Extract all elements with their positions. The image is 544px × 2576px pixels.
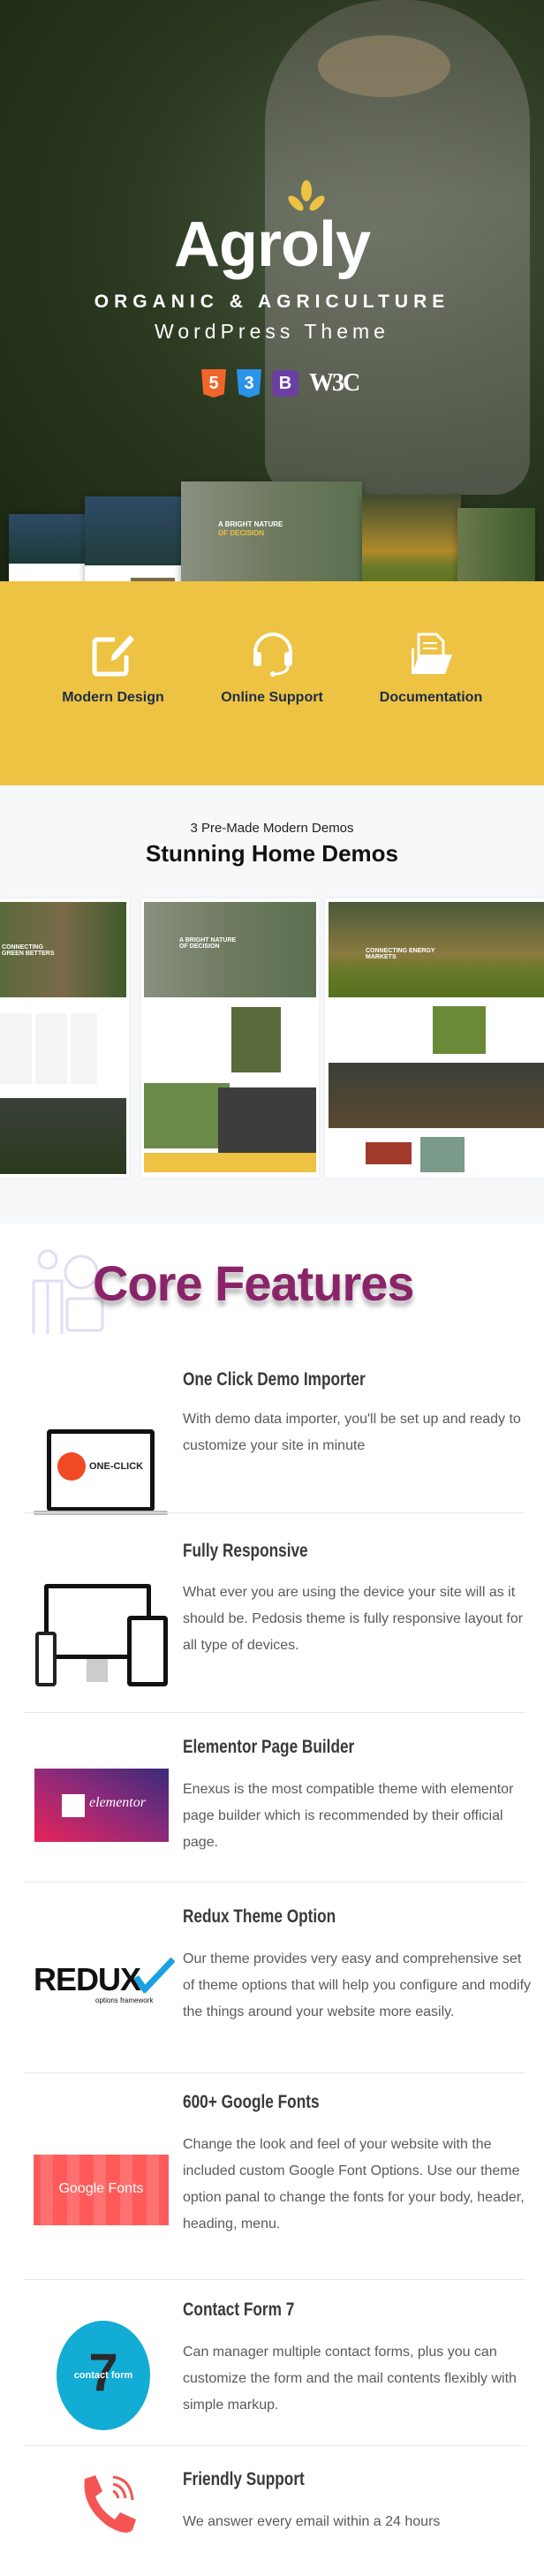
css3-icon: 3: [237, 369, 261, 398]
hero-tagline: ORGANIC & AGRICULTURE: [94, 292, 450, 312]
divider: [24, 1712, 525, 1713]
feature-title: Friendly Support: [183, 2469, 305, 2489]
mockup-landscape: [362, 495, 461, 583]
devices-icon: [35, 1584, 168, 1686]
w3c-icon: W3C: [309, 369, 360, 397]
feature-desc: With demo data importer, you'll be set u…: [183, 1412, 521, 1453]
divider: [24, 1512, 525, 1513]
demos-section: 3 Pre-Made Modern Demos Stunning Home De…: [0, 785, 544, 1224]
feature-desc: Our theme provides very easy and compreh…: [183, 1951, 532, 2019]
headset-icon: [253, 633, 292, 677]
divider: [24, 2445, 525, 2446]
mockup-about-us: [85, 496, 182, 583]
core-features-title: Core Features: [93, 1255, 415, 1311]
feature-desc: Enexus is the most compatible theme with…: [183, 1782, 514, 1850]
redux-logo: REDUX options framework: [34, 1958, 175, 2014]
brand-logo: Agroly: [173, 209, 371, 280]
feature-desc: Change the look and feel of your website…: [183, 2137, 525, 2231]
demo-card-2[interactable]: A BRIGHT NATURE OF DECISION: [141, 898, 319, 1178]
feature-desc: What ever you are using the device your …: [183, 1585, 524, 1653]
folder-document-icon: [412, 633, 452, 674]
bootstrap-icon: B: [272, 370, 298, 397]
contact-form-7-logo: 7 contact form: [57, 2321, 150, 2430]
mockup-blog-sidebar: [9, 514, 88, 583]
demos-subtitle: 3 Pre-Made Modern Demos: [190, 821, 354, 836]
demos-title: Stunning Home Demos: [145, 840, 398, 867]
hero-subtitle: WordPress Theme: [155, 320, 389, 343]
demo-card-3[interactable]: CONNECTING ENERGY MARKETS: [325, 898, 544, 1178]
mockup-farmer: [457, 508, 535, 583]
feature-title: Fully Responsive: [183, 1541, 308, 1561]
hero-photo-hat: [318, 35, 450, 97]
elementor-image: elementor: [34, 1769, 169, 1842]
demo-card-1[interactable]: CONNECTING GREEN BETTERS: [0, 898, 129, 1178]
divider: [24, 2072, 525, 2073]
feature-desc: Can manager multiple contact forms, plus…: [183, 2345, 517, 2413]
mockup-home: A BRIGHT NATURE OF DECISION: [181, 481, 362, 583]
feature-title: One Click Demo Importer: [183, 1369, 366, 1390]
feature-title: Redux Theme Option: [183, 1906, 336, 1927]
html5-icon: 5: [201, 369, 226, 398]
feature-title: 600+ Google Fonts: [183, 2092, 320, 2112]
divider: [24, 2279, 525, 2280]
tech-badges: 5 3 B W3C: [201, 369, 360, 398]
one-click-image: ONE-CLICK: [34, 1429, 168, 1515]
feature-title: Contact Form 7: [183, 2299, 295, 2320]
mockup-heading: A BRIGHT NATURE: [218, 520, 283, 528]
feature-title: Elementor Page Builder: [183, 1737, 355, 1757]
checkmark-icon: [133, 1958, 175, 1993]
highlights-band: Modern Design Online Support Documentati…: [0, 581, 544, 785]
divider: [24, 1882, 525, 1883]
mockup-heading-2: OF DECISION: [218, 529, 265, 537]
phone-icon: [84, 2475, 136, 2533]
feature-desc: We answer every email within a 24 hours: [183, 2514, 441, 2529]
hero-banner: Agroly ORGANIC & AGRICULTURE WordPress T…: [0, 0, 544, 583]
edit-icon: [92, 635, 134, 677]
google-fonts-image: Google Fonts: [34, 2155, 169, 2225]
